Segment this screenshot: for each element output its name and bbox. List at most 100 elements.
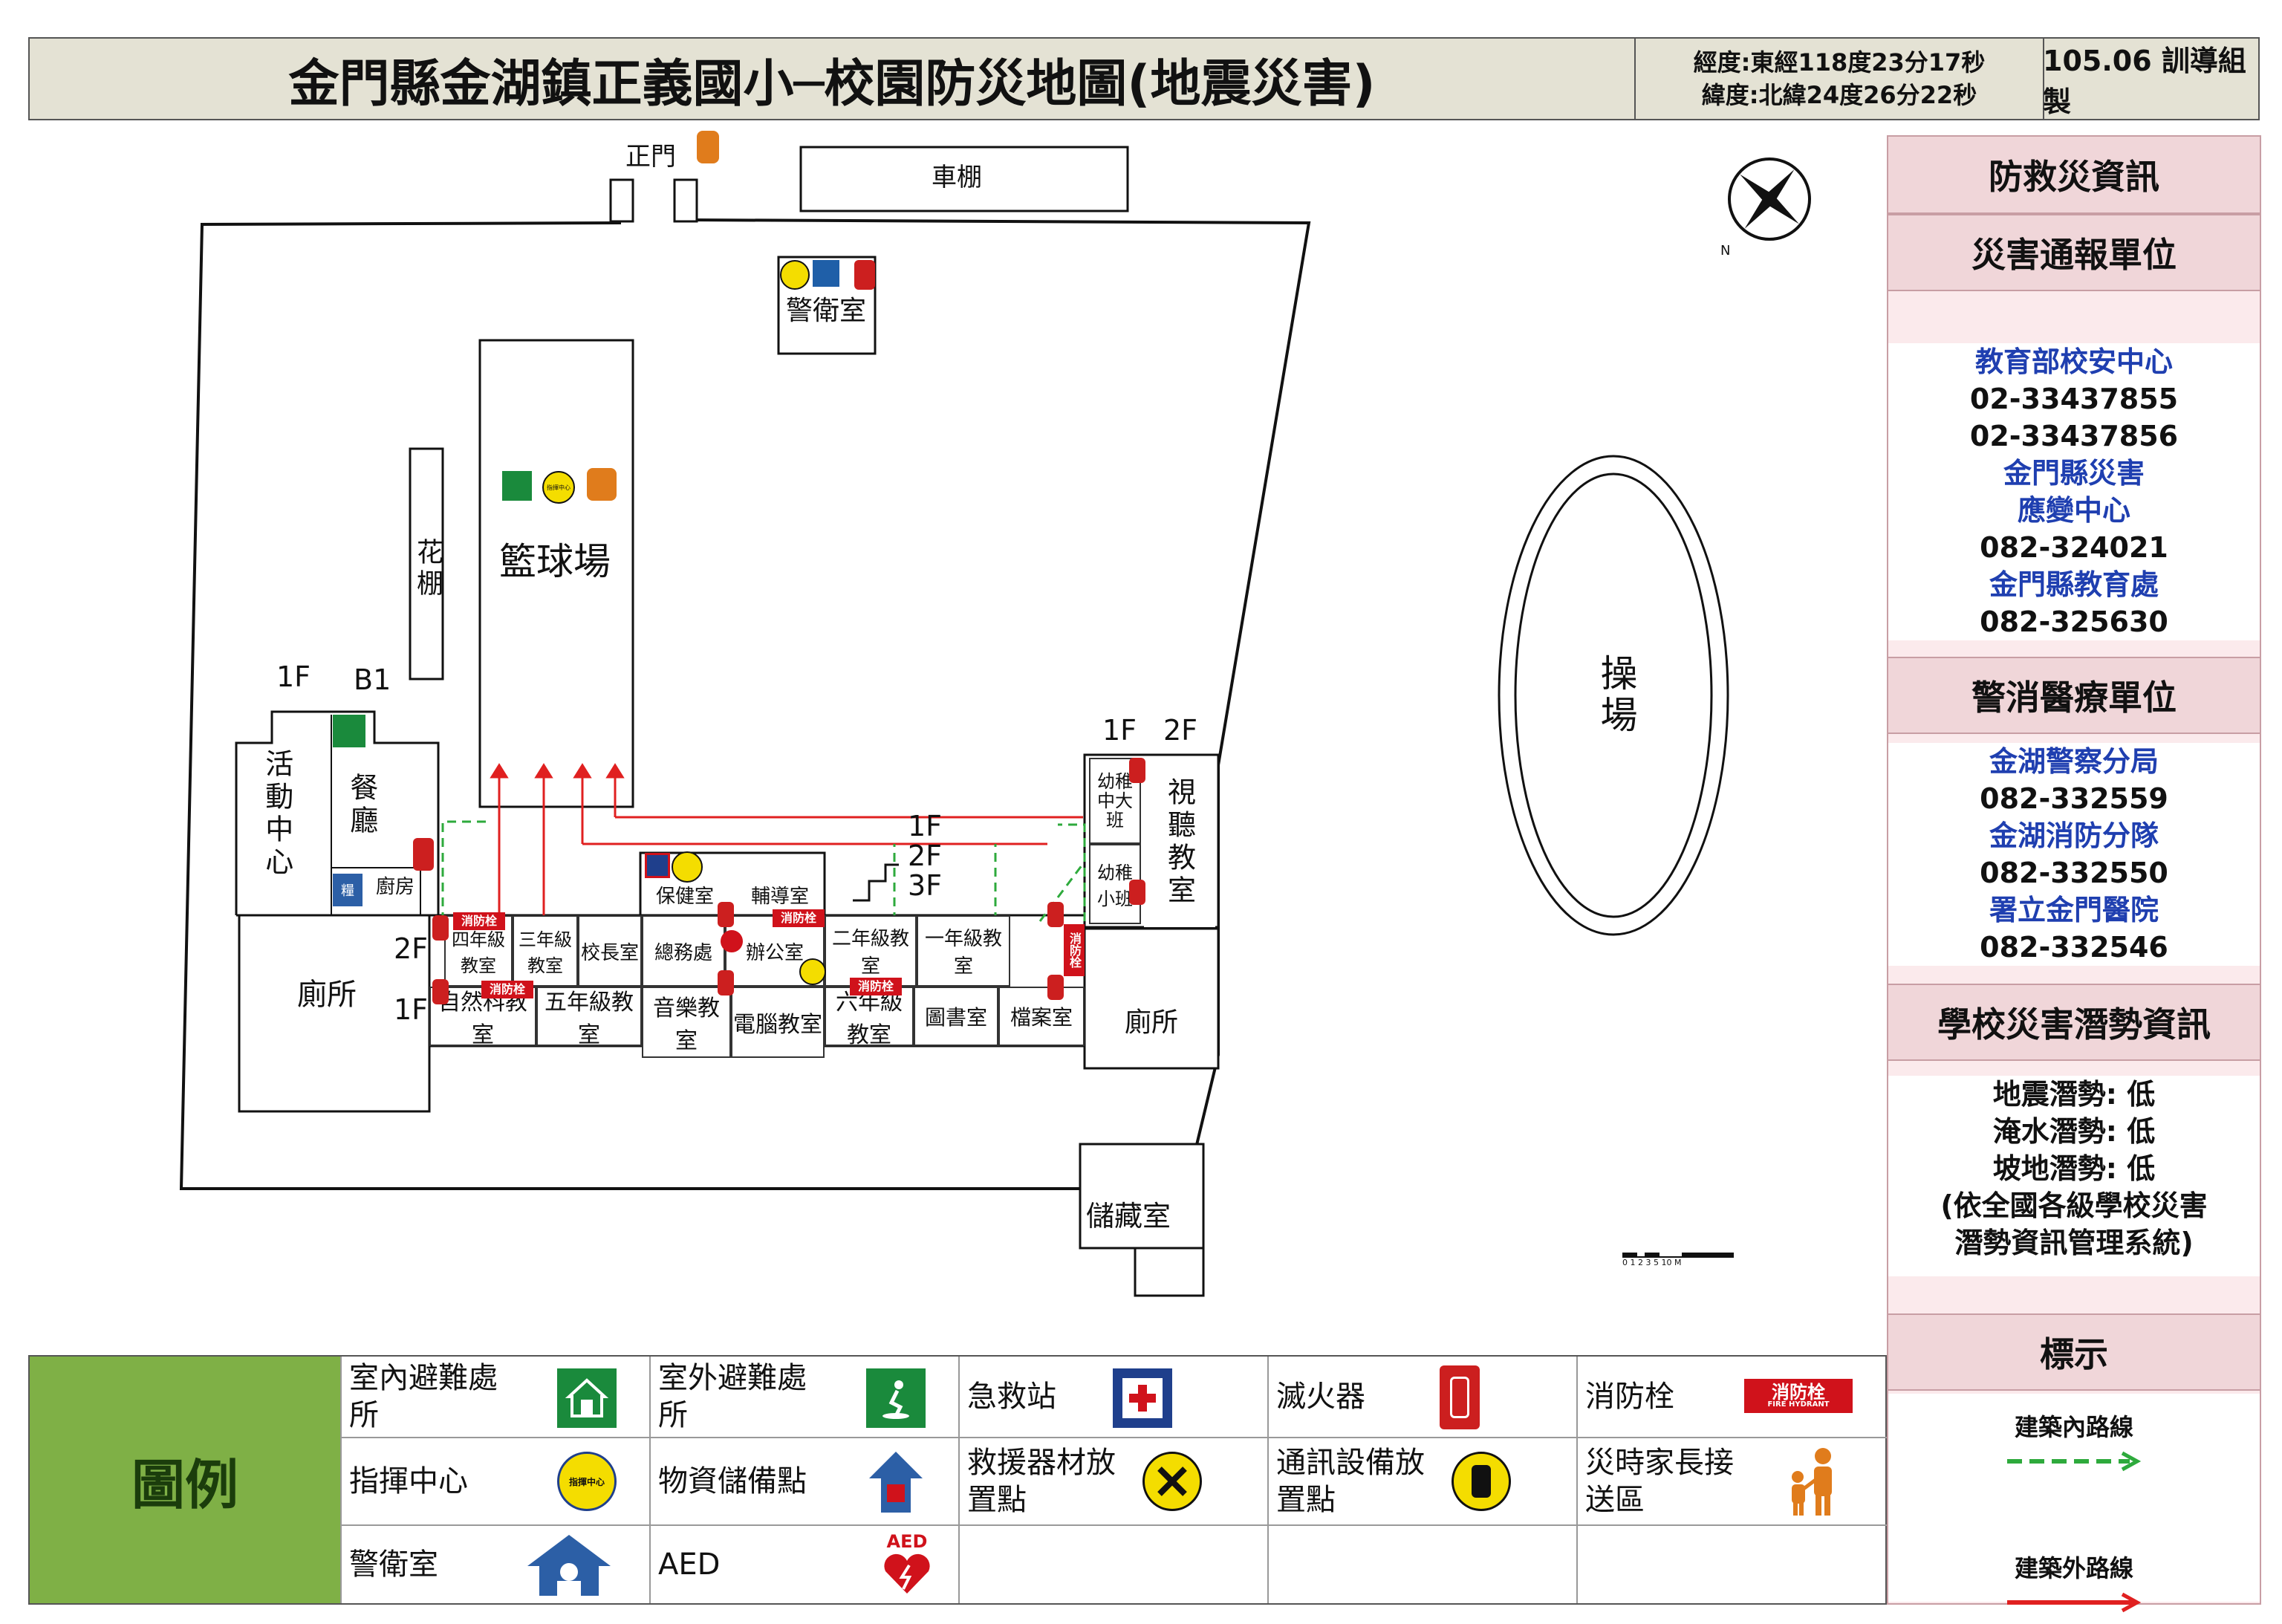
room-library: 圖書室 — [914, 987, 998, 1046]
scale-label: 0 1 2 3 5 10 M — [1622, 1258, 1682, 1267]
panel-title: 防救災資訊 — [1888, 137, 2260, 214]
author-org: 105.06 訓導組製 — [2043, 45, 2246, 118]
dining-hall-label: 餐廳 — [345, 773, 378, 838]
legend-item: 急救站 — [958, 1357, 1267, 1438]
floor-label-2f-mid: 2F — [394, 932, 429, 965]
parent-pickup-icon — [697, 131, 719, 163]
indoor-shelter-icon — [333, 715, 365, 747]
fire-extinguisher-icon — [854, 260, 875, 290]
fire-hydrant-icon: 消防栓 — [453, 912, 505, 930]
legend-item: 災時家長接送區 — [1576, 1438, 1887, 1526]
legend-item: 救援器材放置點 — [958, 1438, 1267, 1526]
storage-label: 儲藏室 — [1086, 1200, 1171, 1232]
legend-item: 滅火器 — [1267, 1357, 1576, 1438]
fire-extinguisher-icon — [718, 902, 734, 927]
legend-label: 警衛室 — [349, 1547, 438, 1582]
fire-hydrant-icon: 消防栓 — [850, 978, 902, 995]
legend-item: 指揮中心 指揮中心 — [340, 1438, 649, 1526]
bike-shed-label: 車棚 — [932, 163, 982, 192]
guard-room-icon — [524, 1532, 614, 1599]
legend-label: 災時家長接送區 — [1585, 1446, 1734, 1517]
activity-center-label: 活動中心 — [260, 749, 293, 880]
risk-line: 潛勢資訊管理系統) — [1954, 1227, 2194, 1259]
route-legend: 建築內路線 建築外路線 — [1888, 1394, 2260, 1613]
legend-item: 室外避難處所 — [649, 1357, 958, 1438]
report-line: 金門縣災害 — [2003, 457, 2145, 490]
outdoor-shelter-icon — [502, 471, 532, 501]
compass-rose — [1728, 157, 1811, 241]
parent-pickup-icon — [587, 468, 617, 501]
report-line: 金門縣教育處 — [1989, 568, 2159, 601]
police-list: 金湖警察分局 082-332559 金湖消防分隊 082-332550 署立金門… — [1888, 743, 2260, 966]
fire-extinguisher-icon — [1440, 1365, 1480, 1429]
room-archive: 檔案室 — [998, 987, 1085, 1046]
report-line: 02-33437855 — [1969, 383, 2179, 415]
stair-2f-label: 2F — [908, 839, 943, 872]
legend: 圖例 室內避難處所 室外避難處所 急救站 滅火器 消防栓 消防栓 FIRE HYD… — [28, 1355, 1887, 1605]
hydrant-text: 消防栓 — [1772, 1382, 1825, 1403]
stair-floor-labels: 1F 2F 3F — [908, 811, 942, 900]
flower-shed-label: 花棚 — [412, 538, 443, 600]
police-line: 金湖警察分局 — [1989, 745, 2159, 778]
storage-annex — [1134, 1247, 1205, 1297]
stair-1f-label: 1F — [908, 810, 943, 842]
outside-route-label: 建築外路線 — [2014, 1554, 2133, 1582]
risk-line: (依全國各級學校災害 — [1940, 1189, 2208, 1222]
outdoor-shelter-icon — [866, 1368, 926, 1428]
supply-point-icon — [866, 1449, 926, 1516]
room-grade3: 三年級教室 — [513, 915, 578, 987]
fire-extinguisher-icon — [432, 915, 449, 941]
legend-label: 指揮中心 — [349, 1464, 468, 1498]
legend-label: AED — [658, 1547, 721, 1582]
right-toilet-label: 廁所 — [1125, 1007, 1179, 1038]
basketball-court-label: 籃球場 — [499, 540, 611, 583]
legend-empty — [1576, 1526, 1887, 1603]
legend-item: 警衛室 — [340, 1526, 649, 1603]
police-line: 082-332550 — [1980, 857, 2168, 889]
legend-label: 滅火器 — [1276, 1380, 1365, 1414]
room-grade1: 一年級教室 — [917, 915, 1010, 987]
police-line: 082-332546 — [1980, 931, 2168, 964]
main-gate-label: 正門 — [625, 142, 676, 172]
legend-label: 急救站 — [967, 1380, 1056, 1414]
legend-item: AED AED — [649, 1526, 958, 1603]
risk-header: 學校災害潛勢資訊 — [1888, 984, 2260, 1061]
risk-list: 地震潛勢: 低 淹水潛勢: 低 坡地潛勢: 低 (依全國各級學校災害 潛勢資訊管… — [1888, 1076, 2260, 1276]
stair-3f-label: 3F — [908, 869, 943, 902]
guard-room-label: 警衛室 — [786, 296, 867, 326]
info-panel: 防救災資訊 災害通報單位 教育部校安中心 02-33437855 02-3343… — [1887, 135, 2261, 1613]
inside-route-arrow — [2007, 1451, 2142, 1472]
legend-empty — [1267, 1526, 1576, 1603]
first-aid-icon — [1113, 1368, 1172, 1428]
communication-icon — [1452, 1452, 1511, 1511]
command-center-icon: 指揮中心 — [557, 1452, 617, 1511]
room-grade2: 二年級教室 — [825, 915, 917, 987]
police-line: 082-332559 — [1980, 782, 2168, 815]
fire-extinguisher-icon — [1129, 880, 1145, 905]
rescue-equipment-icon — [672, 851, 703, 883]
gate-post-right — [673, 178, 698, 223]
risk-line: 地震潛勢: 低 — [1992, 1078, 2156, 1111]
floor-label-1f-left: 1F — [276, 660, 311, 693]
police-header: 警消醫療單位 — [1888, 657, 2260, 734]
outside-route-arrow — [2007, 1592, 2142, 1613]
gate-post-left — [609, 178, 634, 223]
kitchen-label: 廚房 — [376, 876, 415, 898]
right-toilet-block — [1083, 927, 1220, 1070]
fire-extinguisher-icon — [1047, 975, 1064, 1000]
room-principal: 校長室 — [578, 915, 642, 987]
room-grade5: 五年級教室 — [536, 987, 642, 1048]
legend-empty — [958, 1526, 1267, 1603]
compass-n-label: N — [1720, 243, 1731, 259]
legend-label: 救援器材放置點 — [967, 1446, 1116, 1517]
report-line: 02-33437856 — [1969, 420, 2179, 452]
fire-extinguisher-icon — [432, 979, 449, 1004]
parent-pickup-icon — [1778, 1446, 1845, 1517]
legend-title: 圖例 — [30, 1357, 340, 1603]
communication-icon — [780, 260, 810, 290]
report-line: 082-324021 — [1980, 531, 2168, 564]
floor-label-1f-right: 1F — [1102, 714, 1137, 747]
communication-icon — [799, 958, 826, 985]
scale-bar — [1622, 1253, 1734, 1258]
room-computer: 電腦教室 — [731, 987, 825, 1058]
